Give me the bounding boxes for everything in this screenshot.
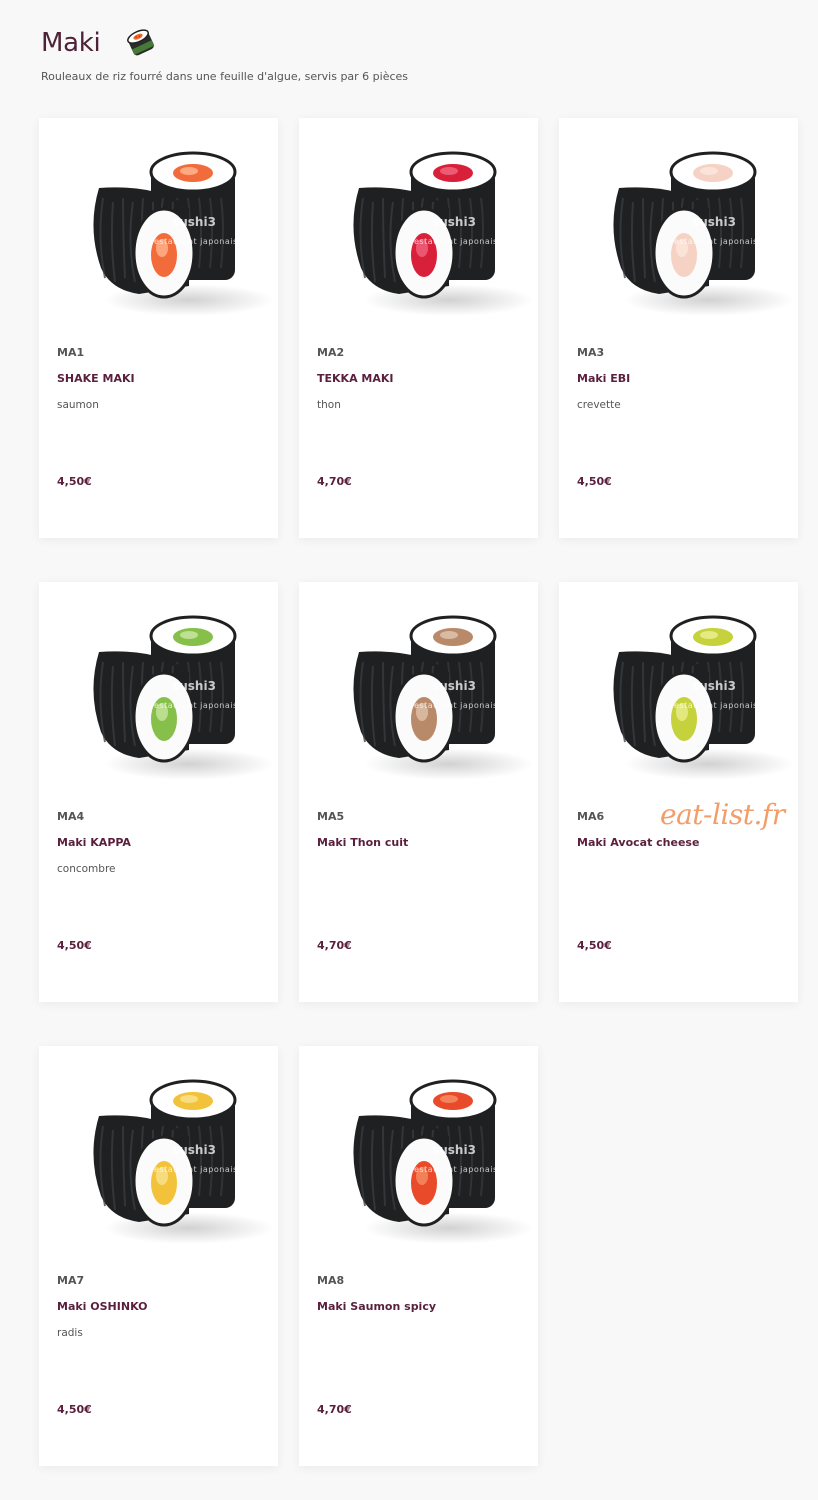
item-name: Maki Thon cuit [317,836,409,849]
photo-watermark-tagline: restaurant japonais [410,1165,497,1174]
maki-roll-icon [124,26,158,60]
menu-item-body: MA8 Maki Saumon spicy [317,1274,524,1326]
item-price: 4,70€ [317,475,352,488]
maki-photo: sushi3 restaurant japonais [353,615,534,780]
item-code: MA5 [317,810,345,823]
menu-item-card-ma6[interactable]: sushi3 restaurant japonais MA6 Maki Avoca… [559,582,798,1002]
maki-photo: sushi3 restaurant japonais [613,151,794,316]
item-price: 4,70€ [317,1403,352,1416]
maki-photo: sushi3 restaurant japonais [353,1079,534,1244]
item-name: Maki Saumon spicy [317,1300,437,1313]
menu-item-body: MA2 TEKKA MAKI thon [317,346,524,412]
menu-item-card-ma1[interactable]: sushi3 restaurant japonais MA1 SHAKE MAKI… [39,118,278,538]
menu-item-body: MA5 Maki Thon cuit [317,810,524,862]
menu-item-body: MA1 SHAKE MAKI saumon [57,346,264,412]
item-price: 4,50€ [57,939,92,952]
menu-item-body: MA4 Maki KAPPA concombre [57,810,264,876]
menu-item-body: MA7 Maki OSHINKO radis [57,1274,264,1340]
photo-watermark-tagline: restaurant japonais [150,237,237,246]
item-description: radis [57,1327,83,1339]
photo-watermark-brand: sushi3 [432,1143,476,1157]
section-subtitle: Rouleaux de riz fourré dans une feuille … [41,70,409,83]
section-header: Maki Rouleaux de riz fourré dans une feu… [41,26,408,83]
item-code: MA7 [57,1274,85,1287]
photo-watermark-brand: sushi3 [172,679,216,693]
item-price: 4,70€ [317,939,352,952]
section-title: Maki [41,28,101,58]
menu-item-body: MA3 Maki EBI crevette [577,346,784,412]
title-row: Maki [41,26,408,60]
menu-item-card-ma5[interactable]: sushi3 restaurant japonais MA5 Maki Thon … [299,582,538,1002]
item-name: Maki EBI [577,372,631,385]
menu-item-card-ma3[interactable]: sushi3 restaurant japonais MA3 Maki EBI c… [559,118,798,538]
item-code: MA1 [57,346,85,359]
photo-watermark-brand: sushi3 [172,215,216,229]
item-price: 4,50€ [57,475,92,488]
item-description: crevette [577,399,621,411]
photo-watermark-brand: sushi3 [432,215,476,229]
photo-watermark-tagline: restaurant japonais [410,237,497,246]
menu-item-card-ma2[interactable]: sushi3 restaurant japonais MA2 TEKKA MAKI… [299,118,538,538]
photo-watermark-tagline: restaurant japonais [150,1165,237,1174]
site-watermark: eat-list.fr [660,798,785,831]
menu-item-card-ma4[interactable]: sushi3 restaurant japonais MA4 Maki KAPPA… [39,582,278,1002]
maki-photo: sushi3 restaurant japonais [353,151,534,316]
item-name: SHAKE MAKI [57,372,135,385]
maki-photo: sushi3 restaurant japonais [93,151,274,316]
photo-watermark-brand: sushi3 [692,679,736,693]
menu-item-card-ma7[interactable]: sushi3 restaurant japonais MA7 Maki OSHIN… [39,1046,278,1466]
item-price: 4,50€ [57,1403,92,1416]
item-price: 4,50€ [577,475,612,488]
item-name: Maki KAPPA [57,836,131,849]
menu-grid: sushi3 restaurant japonais MA1 SHAKE MAKI… [39,118,798,1466]
item-code: MA2 [317,346,345,359]
menu-item-card-ma8[interactable]: sushi3 restaurant japonais MA8 Maki Saumo… [299,1046,538,1466]
photo-watermark-brand: sushi3 [432,679,476,693]
photo-watermark-tagline: restaurant japonais [670,701,757,710]
menu-page: Maki Rouleaux de riz fourré dans une feu… [0,0,818,1500]
maki-photo: sushi3 restaurant japonais [93,615,274,780]
item-name: Maki Avocat cheese [577,836,700,849]
photo-watermark-tagline: restaurant japonais [150,701,237,710]
maki-photo: sushi3 restaurant japonais [613,615,794,780]
item-price: 4,50€ [577,939,612,952]
item-code: MA8 [317,1274,345,1287]
photo-watermark-brand: sushi3 [172,1143,216,1157]
maki-photo: sushi3 restaurant japonais [93,1079,274,1244]
photo-watermark-tagline: restaurant japonais [410,701,497,710]
item-description: thon [317,399,341,411]
item-description: saumon [57,399,99,411]
item-name: Maki OSHINKO [57,1300,148,1313]
item-code: MA3 [577,346,605,359]
item-name: TEKKA MAKI [317,372,394,385]
photo-watermark-brand: sushi3 [692,215,736,229]
item-code: MA4 [57,810,85,823]
item-description: concombre [57,863,116,875]
photo-watermark-tagline: restaurant japonais [670,237,757,246]
